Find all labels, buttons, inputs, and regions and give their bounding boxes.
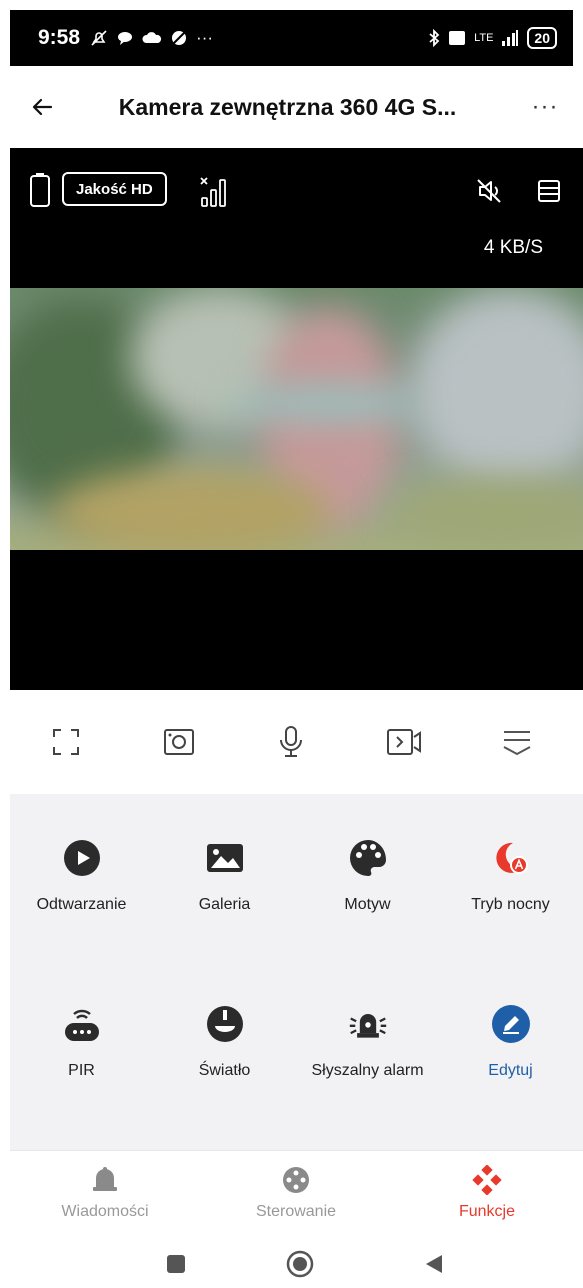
nav-label: Funkcje	[458, 1203, 516, 1220]
status-notification-icons: ···	[90, 28, 213, 48]
function-grid: Odtwarzanie Galeria Motyw Tryb nocny PIR…	[10, 794, 583, 1150]
function-light[interactable]: Światło	[153, 1004, 296, 1144]
gallery-icon	[205, 838, 245, 878]
function-label: Tryb nocny	[471, 896, 550, 913]
fullscreen-button[interactable]	[42, 718, 90, 766]
no-signal-icon	[198, 174, 232, 208]
status-system-icons: LTE 20	[428, 27, 557, 49]
status-bar: 9:58 ··· LTE 20	[10, 10, 573, 66]
circle-icon	[286, 1250, 314, 1278]
square-icon	[167, 1255, 185, 1273]
function-audible-alarm[interactable]: Słyszalny alarm	[296, 1004, 439, 1144]
volte-icon	[449, 31, 466, 45]
function-theme[interactable]: Motyw	[296, 838, 439, 978]
page-title: Kamera zewnętrzna 360 4G S...	[118, 93, 457, 120]
function-night-mode[interactable]: Tryb nocny	[439, 838, 582, 978]
recents-button[interactable]	[160, 1248, 192, 1280]
back-arrow-icon	[32, 98, 53, 116]
status-overflow: ···	[196, 28, 214, 47]
back-system-button[interactable]	[418, 1248, 450, 1280]
bell-icon	[93, 1167, 117, 1191]
joystick-icon	[283, 1167, 309, 1193]
fullscreen-icon	[53, 729, 80, 755]
microphone-icon	[280, 726, 303, 757]
status-time: 9:58	[38, 26, 81, 49]
nav-control[interactable]: Sterowanie	[201, 1165, 391, 1221]
function-label: Światło	[198, 1062, 251, 1079]
nav-messages[interactable]: Wiadomości	[10, 1165, 200, 1221]
data-saver-icon	[172, 31, 187, 45]
screen-layout-button[interactable]	[532, 174, 566, 208]
talk-button[interactable]	[267, 718, 315, 766]
silent-alarm-icon	[91, 30, 107, 46]
function-label: Edytuj	[488, 1062, 533, 1079]
bottom-navigation: Wiadomości Sterowanie Funkcje	[10, 1150, 583, 1240]
speaker-muted-icon	[477, 179, 501, 203]
video-record-icon	[387, 729, 422, 755]
night-mode-icon	[491, 838, 531, 878]
cloud-icon	[142, 32, 162, 43]
function-label: Słyszalny alarm	[311, 1062, 424, 1079]
nav-label: Sterowanie	[255, 1203, 337, 1220]
quality-toggle-button[interactable]: Jakość HD	[62, 172, 167, 206]
bluetooth-icon	[429, 29, 440, 47]
chat-icon	[118, 32, 133, 45]
function-label: Odtwarzanie	[36, 896, 127, 913]
more-options-button[interactable]: ···	[517, 79, 573, 135]
function-gallery[interactable]: Galeria	[153, 838, 296, 978]
layout-icon	[538, 180, 560, 202]
function-label: PIR	[68, 1062, 95, 1079]
edit-icon	[491, 1004, 531, 1044]
network-type: LTE	[474, 32, 494, 44]
mute-button[interactable]	[472, 174, 506, 208]
light-icon	[205, 1004, 245, 1044]
play-icon	[62, 838, 102, 878]
palette-icon	[348, 838, 388, 878]
functions-icon	[472, 1165, 502, 1195]
system-navigation-bar	[10, 1240, 583, 1288]
function-playback[interactable]: Odtwarzanie	[10, 838, 153, 978]
video-frame	[10, 288, 583, 550]
app-header: Kamera zewnętrzna 360 4G S... ···	[10, 66, 573, 148]
function-pir[interactable]: PIR	[10, 1004, 153, 1144]
back-button[interactable]	[14, 79, 70, 135]
siren-icon	[348, 1004, 388, 1044]
signal-icon	[502, 30, 519, 46]
function-edit[interactable]: Edytuj	[439, 1004, 582, 1144]
pir-sensor-icon	[62, 1004, 102, 1044]
playback-controls	[10, 690, 573, 794]
nav-label: Wiadomości	[61, 1203, 149, 1220]
collapse-panel-button[interactable]	[493, 718, 541, 766]
bitrate-readout: 4 KB/S	[483, 237, 543, 258]
home-button[interactable]	[284, 1248, 316, 1280]
function-label: Galeria	[198, 896, 251, 913]
battery-indicator: 20	[527, 27, 557, 49]
function-label: Motyw	[344, 896, 391, 913]
battery-level-icon	[28, 172, 52, 208]
camera-live-view[interactable]: Jakość HD 4 KB/S	[10, 148, 583, 690]
triangle-back-icon	[426, 1255, 442, 1273]
screenshot-button[interactable]	[155, 718, 203, 766]
nav-functions[interactable]: Funkcje	[392, 1165, 582, 1221]
record-button[interactable]	[380, 718, 428, 766]
collapse-icon	[503, 731, 531, 756]
camera-snapshot-icon	[163, 729, 194, 755]
